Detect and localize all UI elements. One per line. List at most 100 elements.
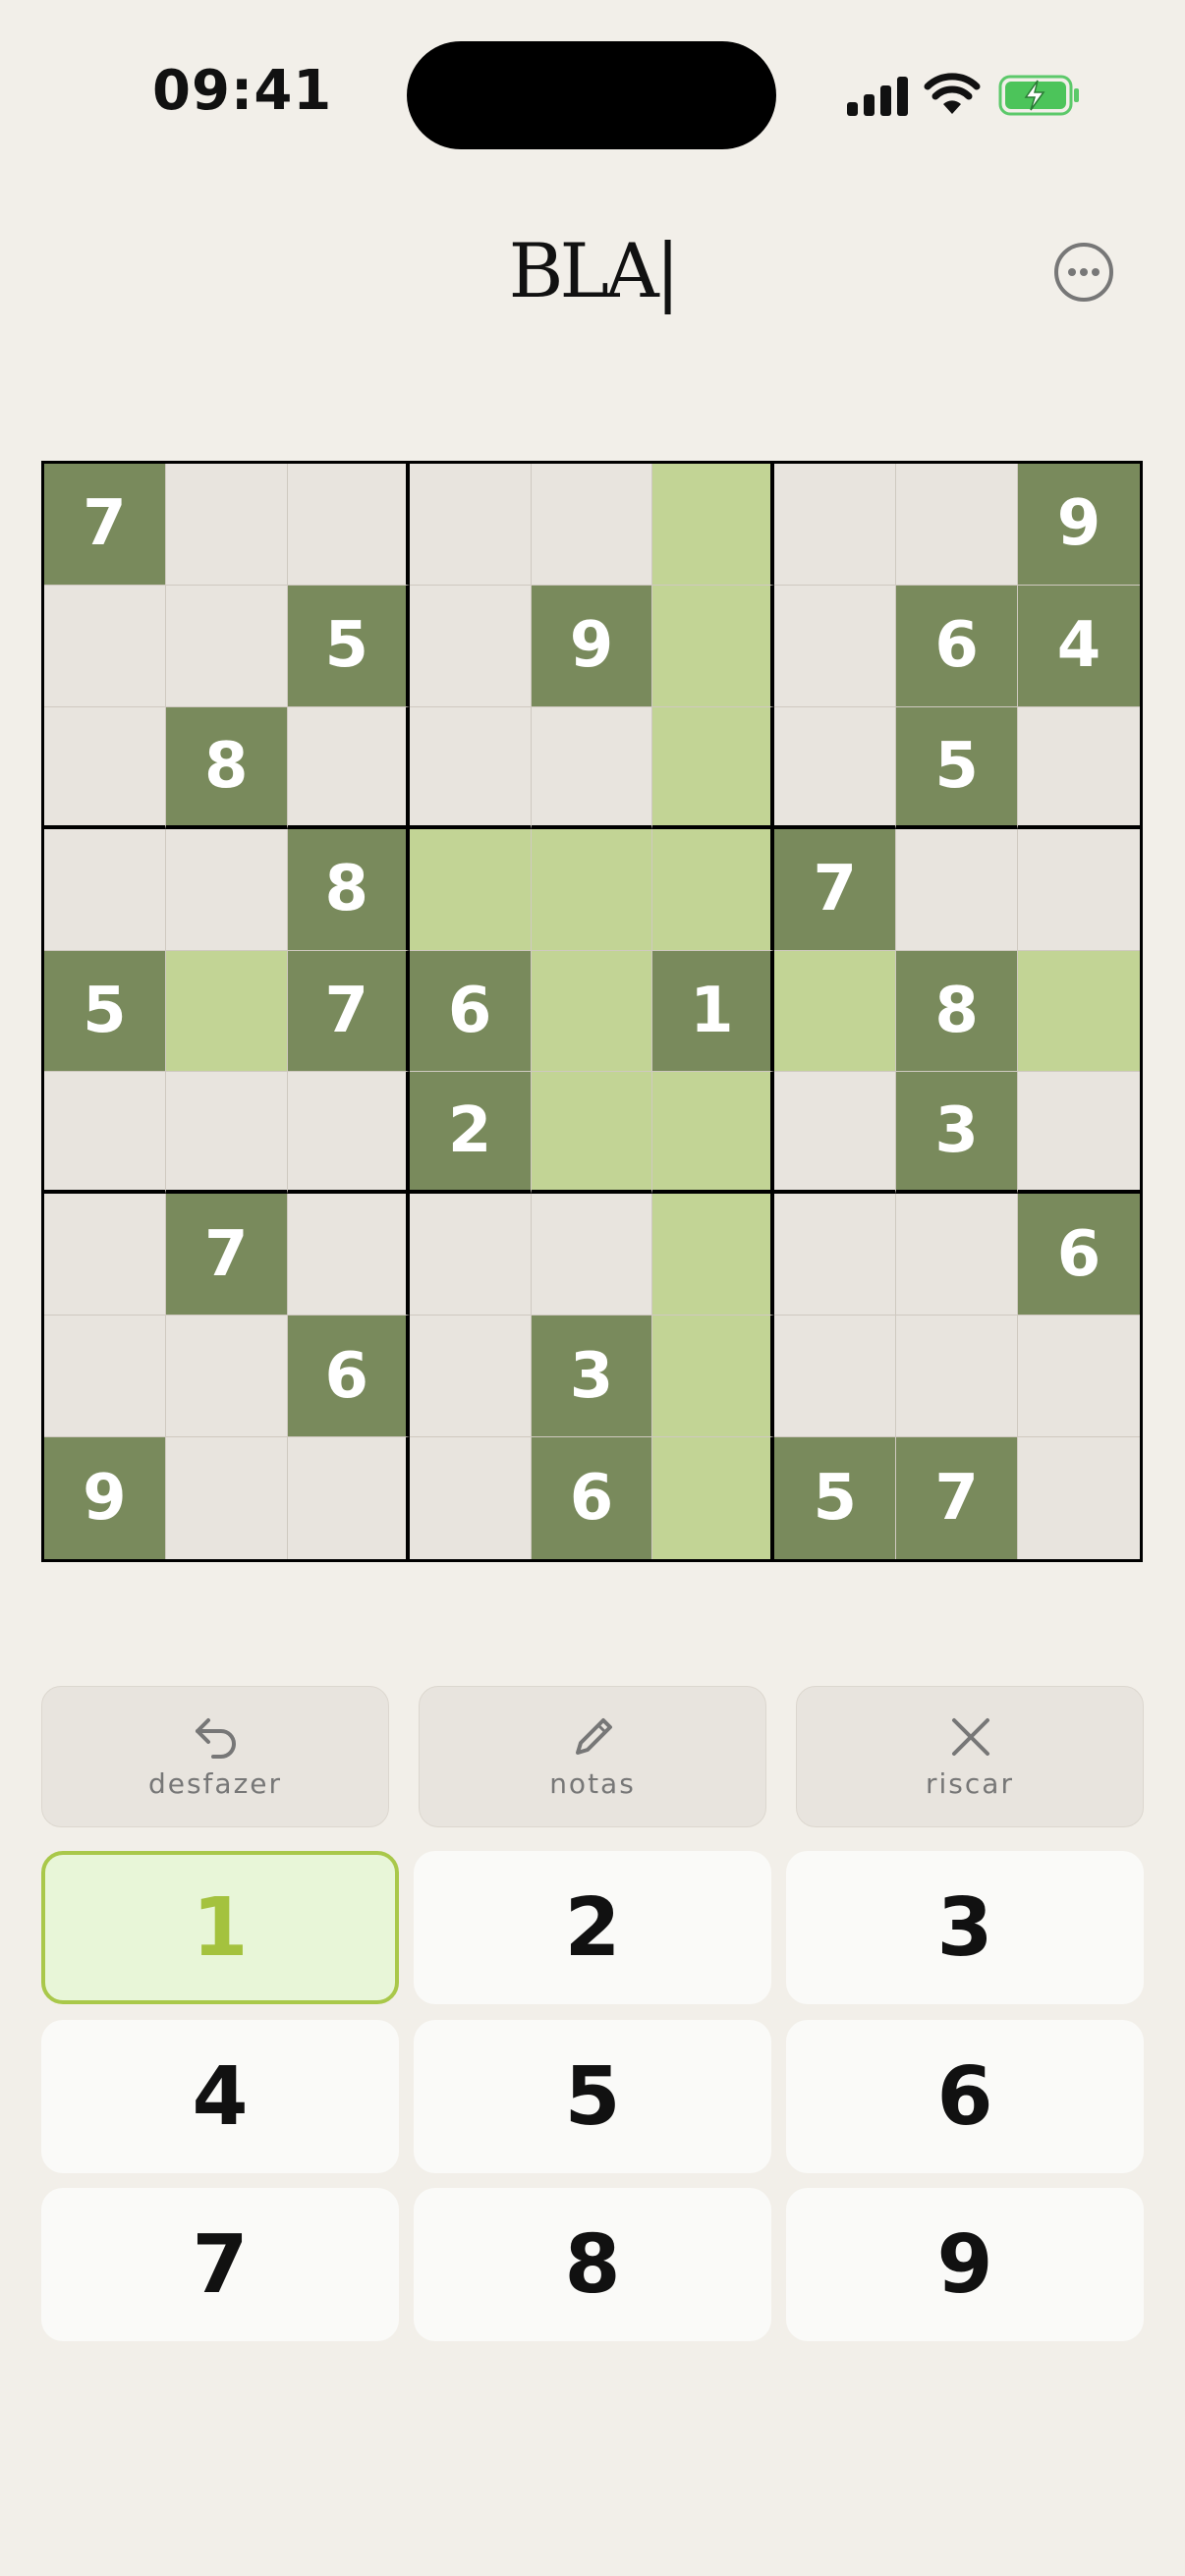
number-key-5[interactable]: 5 [414, 2020, 771, 2173]
number-key-1[interactable]: 1 [41, 1851, 399, 2004]
notes-button[interactable]: notas [419, 1686, 766, 1827]
sudoku-cell[interactable] [1018, 950, 1140, 1073]
sudoku-cell[interactable]: 6 [409, 950, 532, 1073]
sudoku-cell[interactable] [165, 1437, 288, 1559]
sudoku-cell[interactable]: 7 [896, 1437, 1019, 1559]
dynamic-island [407, 41, 776, 149]
sudoku-cell[interactable] [1018, 828, 1140, 951]
number-key-2[interactable]: 2 [414, 1851, 771, 2004]
pencil-icon [576, 1718, 612, 1755]
sudoku-cell[interactable]: 2 [409, 1072, 532, 1195]
sudoku-cell[interactable] [409, 585, 532, 707]
sudoku-cell[interactable] [165, 828, 288, 951]
sudoku-cell[interactable]: 1 [652, 950, 775, 1073]
sudoku-cell[interactable]: 9 [531, 585, 653, 707]
sudoku-cell[interactable] [44, 1316, 166, 1438]
sudoku-cell[interactable] [44, 1194, 166, 1316]
sudoku-cell[interactable] [287, 1072, 410, 1195]
undo-button[interactable]: desfazer [41, 1686, 389, 1827]
sudoku-cell[interactable] [44, 828, 166, 951]
sudoku-cell[interactable] [165, 1072, 288, 1195]
sudoku-cell[interactable] [896, 1194, 1019, 1316]
sudoku-cell[interactable] [531, 950, 653, 1073]
sudoku-cell[interactable] [531, 1194, 653, 1316]
sudoku-cell[interactable] [652, 1072, 775, 1195]
sudoku-cell[interactable] [652, 585, 775, 707]
sudoku-cell[interactable] [165, 585, 288, 707]
sudoku-cell[interactable] [1018, 1072, 1140, 1195]
sudoku-cell[interactable]: 6 [287, 1316, 410, 1438]
sudoku-cell[interactable]: 5 [44, 950, 166, 1073]
sudoku-cell[interactable]: 3 [531, 1316, 653, 1438]
sudoku-cell[interactable]: 7 [44, 464, 166, 586]
sudoku-cell[interactable] [652, 706, 775, 829]
sudoku-cell[interactable] [1018, 1437, 1140, 1559]
sudoku-cell[interactable] [774, 706, 897, 829]
sudoku-cell[interactable] [652, 1316, 775, 1438]
sudoku-cell[interactable]: 6 [1018, 1194, 1140, 1316]
sudoku-cell[interactable]: 5 [896, 706, 1019, 829]
sudoku-cell[interactable] [409, 828, 532, 951]
sudoku-cell[interactable] [652, 464, 775, 586]
sudoku-cell[interactable] [531, 828, 653, 951]
sudoku-cell[interactable] [44, 1072, 166, 1195]
sudoku-cell[interactable] [774, 1194, 897, 1316]
number-key-4[interactable]: 4 [41, 2020, 399, 2173]
sudoku-cell[interactable] [896, 464, 1019, 586]
sudoku-cell[interactable]: 5 [774, 1437, 897, 1559]
sudoku-cell[interactable] [1018, 1316, 1140, 1438]
sudoku-cell[interactable]: 8 [287, 828, 410, 951]
sudoku-cell[interactable]: 9 [44, 1437, 166, 1559]
sudoku-cell[interactable] [774, 1316, 897, 1438]
sudoku-cell[interactable] [652, 828, 775, 951]
sudoku-cell[interactable]: 4 [1018, 585, 1140, 707]
more-horizontal-icon[interactable] [1053, 242, 1114, 303]
sudoku-cell[interactable] [44, 585, 166, 707]
number-key-7[interactable]: 7 [41, 2188, 399, 2341]
sudoku-cell[interactable]: 8 [165, 706, 288, 829]
sudoku-cell[interactable]: 7 [165, 1194, 288, 1316]
sudoku-cell[interactable]: 6 [531, 1437, 653, 1559]
sudoku-cell[interactable] [287, 1194, 410, 1316]
sudoku-cell[interactable]: 8 [896, 950, 1019, 1073]
number-key-6[interactable]: 6 [786, 2020, 1144, 2173]
sudoku-cell[interactable] [652, 1437, 775, 1559]
sudoku-cell[interactable]: 3 [896, 1072, 1019, 1195]
erase-label: riscar [926, 1767, 1014, 1800]
sudoku-cell[interactable] [531, 706, 653, 829]
sudoku-cell[interactable] [531, 1072, 653, 1195]
sudoku-cell[interactable]: 9 [1018, 464, 1140, 586]
sudoku-cell[interactable] [409, 706, 532, 829]
sudoku-cell[interactable] [409, 1316, 532, 1438]
sudoku-cell[interactable] [287, 1437, 410, 1559]
sudoku-cell[interactable] [44, 706, 166, 829]
sudoku-cell[interactable] [774, 585, 897, 707]
undo-label: desfazer [147, 1767, 283, 1800]
sudoku-cell[interactable] [896, 828, 1019, 951]
sudoku-cell[interactable]: 5 [287, 585, 410, 707]
sudoku-cell[interactable] [774, 950, 897, 1073]
sudoku-cell[interactable] [774, 464, 897, 586]
number-key-8[interactable]: 8 [414, 2188, 771, 2341]
sudoku-cell[interactable] [409, 1194, 532, 1316]
sudoku-cell[interactable]: 7 [287, 950, 410, 1073]
sudoku-cell[interactable] [774, 1072, 897, 1195]
sudoku-cell[interactable] [652, 1194, 775, 1316]
sudoku-cell[interactable]: 6 [896, 585, 1019, 707]
erase-button[interactable]: riscar [796, 1686, 1144, 1827]
sudoku-cell[interactable] [165, 1316, 288, 1438]
sudoku-cell[interactable] [409, 1437, 532, 1559]
sudoku-cell[interactable] [896, 1316, 1019, 1438]
sudoku-cell[interactable] [287, 706, 410, 829]
sudoku-cell[interactable] [165, 464, 288, 586]
sudoku-cell[interactable] [531, 464, 653, 586]
battery-charging-icon [998, 75, 1079, 116]
number-key-3[interactable]: 3 [786, 1851, 1144, 2004]
sudoku-cell[interactable]: 7 [774, 828, 897, 951]
sudoku-cell[interactable] [1018, 706, 1140, 829]
notes-label: notas [549, 1767, 636, 1800]
sudoku-cell[interactable] [287, 464, 410, 586]
sudoku-cell[interactable] [409, 464, 532, 586]
number-key-9[interactable]: 9 [786, 2188, 1144, 2341]
sudoku-cell[interactable] [165, 950, 288, 1073]
